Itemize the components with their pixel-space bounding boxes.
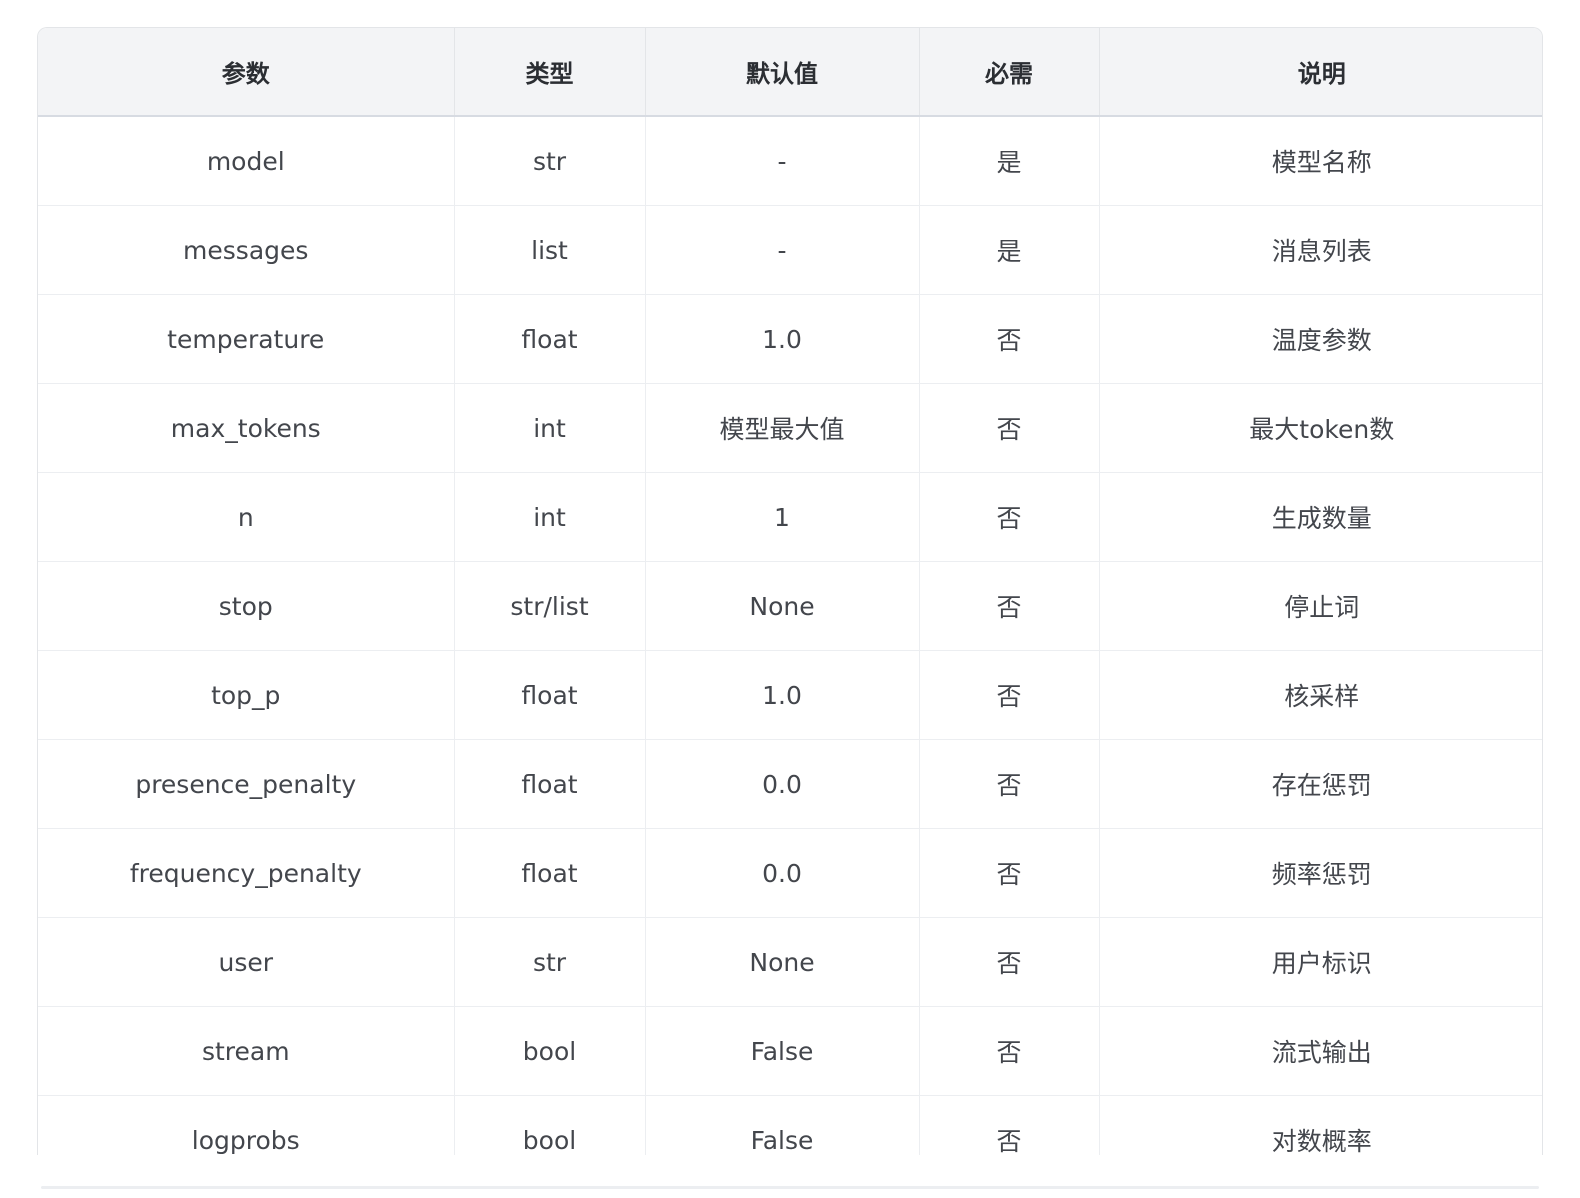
header-required: 必需 <box>919 28 1100 117</box>
table-bottom-divider <box>41 1186 1539 1189</box>
cell-param: stream <box>38 1006 455 1096</box>
table-row: frequency_penalty float 0.0 否频率惩罚 <box>38 828 1542 918</box>
cell-required: 否 <box>919 650 1100 740</box>
cell-type: bool <box>454 1006 646 1096</box>
cell-param: max_tokens <box>38 383 455 473</box>
cell-required: 否 <box>919 828 1100 918</box>
cell-type: float <box>454 650 646 740</box>
table-header: 参数 类型 默认值 必需 说明 <box>38 28 1542 117</box>
cell-description: 生成数量 <box>1099 472 1542 562</box>
cell-required: 是 <box>919 116 1100 206</box>
page: 参数 类型 默认值 必需 说明 model str - 是模型名称 messages li… <box>0 0 1580 1198</box>
cell-description: 用户标识 <box>1099 917 1542 1007</box>
table-row: top_p float 1.0 否核采样 <box>38 650 1542 740</box>
cell-default: 0.0 <box>645 828 920 918</box>
table-row: model str - 是模型名称 <box>38 116 1542 206</box>
cell-type: int <box>454 472 646 562</box>
cell-param: messages <box>38 205 455 295</box>
cell-type: str/list <box>454 561 646 651</box>
cell-type: bool <box>454 1095 646 1155</box>
cell-param: model <box>38 116 455 206</box>
cell-type: float <box>454 828 646 918</box>
cell-description: 最大token数 <box>1099 383 1542 473</box>
cell-description: 核采样 <box>1099 650 1542 740</box>
cell-param: user <box>38 917 455 1007</box>
table-row: n int 1 否生成数量 <box>38 472 1542 562</box>
cell-type: list <box>454 205 646 295</box>
cell-param: n <box>38 472 455 562</box>
cell-param: temperature <box>38 294 455 384</box>
parameter-table: 参数 类型 默认值 必需 说明 model str - 是模型名称 messages li… <box>38 28 1542 1155</box>
cell-type: float <box>454 294 646 384</box>
cell-required: 否 <box>919 383 1100 473</box>
cell-required: 是 <box>919 205 1100 295</box>
cell-type: float <box>454 739 646 829</box>
table-row: stream bool False 否流式输出 <box>38 1006 1542 1096</box>
cell-description: 流式输出 <box>1099 1006 1542 1096</box>
cell-param: presence_penalty <box>38 739 455 829</box>
cell-description: 存在惩罚 <box>1099 739 1542 829</box>
cell-required: 否 <box>919 294 1100 384</box>
cell-default: - <box>645 205 920 295</box>
cell-param: stop <box>38 561 455 651</box>
cell-default: 0.0 <box>645 739 920 829</box>
table-row: temperature float 1.0 否温度参数 <box>38 294 1542 384</box>
parameter-table-container[interactable]: 参数 类型 默认值 必需 说明 model str - 是模型名称 messages li… <box>37 27 1543 1155</box>
table-row: user str None 否用户标识 <box>38 917 1542 1007</box>
table-row: stop str/list None 否停止词 <box>38 561 1542 651</box>
cell-param: logprobs <box>38 1095 455 1155</box>
cell-default: - <box>645 116 920 206</box>
cell-required: 否 <box>919 739 1100 829</box>
cell-default: False <box>645 1006 920 1096</box>
header-param: 参数 <box>38 28 455 117</box>
header-default: 默认值 <box>645 28 920 117</box>
cell-description: 停止词 <box>1099 561 1542 651</box>
cell-type: str <box>454 116 646 206</box>
table-row: max_tokens int 模型最大值否最大token数 <box>38 383 1542 473</box>
cell-description: 模型名称 <box>1099 116 1542 206</box>
table-row: presence_penalty float 0.0 否存在惩罚 <box>38 739 1542 829</box>
cell-required: 否 <box>919 1006 1100 1096</box>
cell-description: 对数概率 <box>1099 1095 1542 1155</box>
header-description: 说明 <box>1099 28 1542 117</box>
cell-param: top_p <box>38 650 455 740</box>
table-row: messages list - 是消息列表 <box>38 205 1542 295</box>
cell-required: 否 <box>919 472 1100 562</box>
cell-default: 1.0 <box>645 294 920 384</box>
table-row: logprobs bool False 否对数概率 <box>38 1095 1542 1155</box>
cell-default: 模型最大值 <box>645 383 920 473</box>
table-body: model str - 是模型名称 messages list - 是消息列表 temperat… <box>38 116 1542 1155</box>
cell-param: frequency_penalty <box>38 828 455 918</box>
cell-default: None <box>645 561 920 651</box>
cell-description: 消息列表 <box>1099 205 1542 295</box>
header-type: 类型 <box>454 28 646 117</box>
cell-type: int <box>454 383 646 473</box>
cell-required: 否 <box>919 561 1100 651</box>
cell-default: 1 <box>645 472 920 562</box>
cell-required: 否 <box>919 917 1100 1007</box>
cell-required: 否 <box>919 1095 1100 1155</box>
cell-default: None <box>645 917 920 1007</box>
cell-default: 1.0 <box>645 650 920 740</box>
cell-description: 温度参数 <box>1099 294 1542 384</box>
cell-description: 频率惩罚 <box>1099 828 1542 918</box>
cell-default: False <box>645 1095 920 1155</box>
cell-type: str <box>454 917 646 1007</box>
header-row: 参数 类型 默认值 必需 说明 <box>38 28 1542 117</box>
